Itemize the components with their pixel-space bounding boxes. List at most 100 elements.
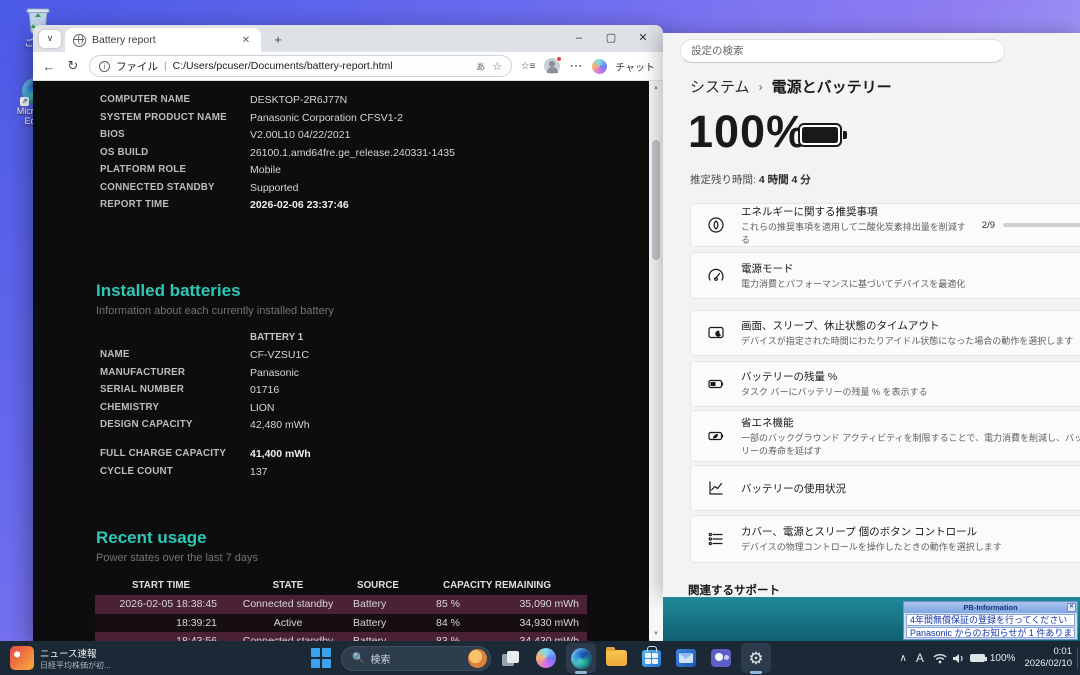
card-subtitle: デバイスの物理コントロールを操作したときの動作を選択します bbox=[741, 541, 1080, 553]
card-title: 電源モード bbox=[741, 261, 1080, 276]
search-highlight-image bbox=[468, 649, 487, 668]
shortcut-arrow-icon: ↗ bbox=[20, 97, 29, 106]
card-energy-saver[interactable]: 省エネ機能 一部のバックグラウンド アクティビティを制限することで、電力消費を削… bbox=[690, 410, 1080, 462]
usage-table-header: START TIME STATE SOURCE CAPACITY REMAINI… bbox=[95, 577, 587, 593]
settings-search-input[interactable] bbox=[680, 39, 1005, 63]
tab-actions-button[interactable]: ∨ bbox=[39, 30, 61, 48]
browser-window: ∨ Battery report ✕ + – ▢ ✕ ← ↻ i ファイル | … bbox=[33, 25, 663, 641]
copilot-chat-label[interactable]: チャット bbox=[615, 59, 655, 74]
battery-value: CF-VZSU1C bbox=[250, 349, 640, 361]
browser-tab[interactable]: Battery report ✕ bbox=[65, 28, 261, 52]
dialog-notice-link[interactable]: Panasonic からのお知らせが 1 件あります bbox=[906, 627, 1075, 639]
settings-taskbar-button[interactable]: ⚙ bbox=[741, 643, 771, 673]
power-mode-icon bbox=[707, 267, 725, 285]
window-controls: – ▢ ✕ bbox=[563, 27, 659, 49]
section-subtitle: Power states over the last 7 days bbox=[96, 552, 258, 564]
cell-source: Battery bbox=[349, 617, 407, 629]
outlook-icon bbox=[676, 649, 696, 667]
clock-date: 2026/02/10 bbox=[1024, 658, 1072, 670]
card-screen-sleep-timeouts[interactable]: 画面、スリープ、休止状態のタイムアウト デバイスが指定された時間にわたりアイドル… bbox=[690, 310, 1080, 356]
scroll-up-icon[interactable]: ▲ bbox=[649, 85, 663, 91]
notification-dot bbox=[556, 56, 562, 62]
outlook-button[interactable] bbox=[671, 643, 701, 673]
refresh-button[interactable]: ↻ bbox=[65, 58, 81, 74]
minimize-button[interactable]: – bbox=[563, 27, 595, 49]
usage-row: 2026-02-05 18:38:45 Connected standby Ba… bbox=[95, 595, 587, 614]
card-lid-button-controls[interactable]: カバー、電源とスリープ 個のボタン コントロール デバイスの物理コントロールを操… bbox=[690, 515, 1080, 563]
widgets-button[interactable]: ニュース速報 日経平均株価が初... bbox=[0, 646, 170, 671]
page-info-icon[interactable]: i bbox=[99, 61, 110, 72]
file-explorer-button[interactable] bbox=[601, 643, 631, 673]
lid-buttons-icon bbox=[707, 530, 725, 548]
dialog-title-bar[interactable]: PB-Information ✕ bbox=[904, 602, 1077, 613]
taskbar: ニュース速報 日経平均株価が初... 🔍 検索 ⚙ ∧ A 100% 0:01 bbox=[0, 641, 1080, 675]
cell-state: Connected standby bbox=[227, 598, 349, 610]
battery-value: 41,400 mWh bbox=[250, 448, 640, 460]
col-header: STATE bbox=[227, 580, 349, 591]
card-battery-percent[interactable]: バッテリーの残量 % タスク バーにバッテリーの残量 % を表示する bbox=[690, 361, 1080, 407]
widget-headline: ニュース速報 bbox=[40, 646, 111, 660]
cell-source: Battery bbox=[349, 598, 407, 610]
section-subtitle: Information about each currently install… bbox=[96, 305, 334, 317]
system-tray[interactable]: 100% bbox=[933, 653, 1016, 664]
info-label: OS BUILD bbox=[100, 147, 250, 159]
taskbar-clock[interactable]: 0:01 2026/02/10 bbox=[1024, 646, 1072, 671]
clock-time: 0:01 bbox=[1024, 646, 1072, 658]
card-subtitle: 電力消費とパフォーマンスに基づいてデバイスを最適化 bbox=[741, 278, 1080, 290]
estimated-time-remaining: 推定残り時間: 4 時間 4 分 bbox=[690, 172, 811, 187]
teams-button[interactable] bbox=[706, 643, 736, 673]
collections-icon[interactable]: ☆≡ bbox=[520, 61, 536, 72]
tab-close-icon[interactable]: ✕ bbox=[239, 35, 253, 46]
col-header: SOURCE bbox=[349, 580, 407, 591]
browser-scrollbar[interactable]: ▲ ▼ bbox=[649, 81, 663, 641]
battery-percent-icon bbox=[707, 375, 725, 393]
info-value: Supported bbox=[250, 182, 640, 194]
usage-row: 18:43:56 Connected standby Battery 83 % … bbox=[95, 632, 587, 641]
cell-mwh: 35,090 mWh bbox=[489, 598, 587, 610]
edge-taskbar-button[interactable] bbox=[566, 643, 596, 673]
battery-label: CYCLE COUNT bbox=[100, 466, 250, 478]
new-tab-button[interactable]: + bbox=[269, 32, 287, 47]
favorite-star-icon[interactable]: ☆ bbox=[492, 60, 502, 73]
col-header: CAPACITY REMAINING bbox=[407, 580, 587, 591]
translate-icon[interactable]: あ bbox=[476, 60, 485, 73]
info-value: 26100.1.amd64fre.ge_release.240331-1435 bbox=[250, 147, 640, 159]
card-title: カバー、電源とスリープ 個のボタン コントロール bbox=[741, 524, 1080, 539]
more-menu-icon[interactable]: ⋯ bbox=[568, 58, 584, 74]
battery-value: Panasonic bbox=[250, 367, 640, 379]
scrollbar-thumb[interactable] bbox=[652, 140, 660, 260]
card-battery-usage[interactable]: バッテリーの使用状況 bbox=[690, 465, 1080, 511]
profile-avatar[interactable] bbox=[544, 58, 560, 74]
maximize-button[interactable]: ▢ bbox=[595, 27, 627, 49]
battery-report-page: COMPUTER NAMEDESKTOP-2R6J77N SYSTEM PROD… bbox=[33, 81, 649, 641]
back-button[interactable]: ← bbox=[41, 59, 57, 74]
card-subtitle: タスク バーにバッテリーの残量 % を表示する bbox=[741, 386, 1080, 398]
dialog-close-icon[interactable]: ✕ bbox=[1067, 603, 1076, 612]
task-view-button[interactable] bbox=[496, 643, 526, 673]
start-button[interactable] bbox=[310, 647, 332, 669]
globe-favicon-icon bbox=[73, 34, 86, 47]
battery-usage-icon bbox=[707, 479, 725, 497]
ime-indicator[interactable]: A bbox=[916, 651, 924, 665]
card-title: 画面、スリープ、休止状態のタイムアウト bbox=[741, 318, 1080, 333]
pb-information-dialog: PB-Information ✕ 4年間無償保証の登録を行ってください Pana… bbox=[903, 601, 1078, 640]
cell-start-time: 2026-02-05 18:38:45 bbox=[95, 598, 227, 610]
card-energy-recommendations[interactable]: エネルギーに関する推奨事項 これらの推奨事項を適用して二酸化炭素排出量を削減する… bbox=[690, 203, 1080, 247]
breadcrumb-parent[interactable]: システム bbox=[690, 76, 750, 97]
tab-title: Battery report bbox=[92, 34, 233, 46]
widget-subheadline: 日経平均株価が初... bbox=[40, 660, 111, 671]
copilot-icon[interactable] bbox=[592, 59, 607, 74]
section-title: Installed batteries bbox=[96, 281, 334, 301]
tray-overflow-chevron-icon[interactable]: ∧ bbox=[900, 653, 907, 664]
dialog-notice-link[interactable]: 4年間無償保証の登録を行ってください bbox=[906, 614, 1075, 626]
breadcrumb-separator-icon: › bbox=[759, 80, 763, 94]
scroll-down-icon[interactable]: ▼ bbox=[649, 631, 663, 637]
close-button[interactable]: ✕ bbox=[627, 27, 659, 49]
battery-value: LION bbox=[250, 402, 640, 414]
address-input[interactable]: i ファイル | C:/Users/pcuser/Documents/batte… bbox=[89, 55, 512, 77]
battery-column-header: BATTERY 1 bbox=[250, 332, 303, 343]
store-button[interactable] bbox=[636, 643, 666, 673]
card-power-mode[interactable]: 電源モード 電力消費とパフォーマンスに基づいてデバイスを最適化 bbox=[690, 252, 1080, 299]
taskbar-search[interactable]: 🔍 検索 bbox=[341, 646, 491, 671]
copilot-button[interactable] bbox=[531, 643, 561, 673]
